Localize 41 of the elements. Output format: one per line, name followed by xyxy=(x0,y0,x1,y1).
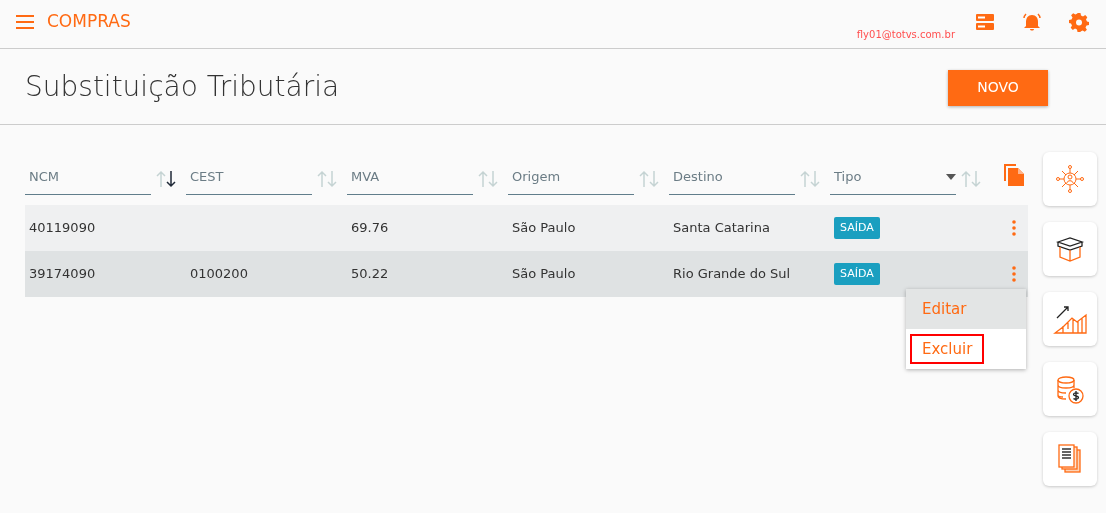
column-header[interactable]: Tipo xyxy=(830,159,956,195)
header-label: Tipo xyxy=(834,167,862,186)
table-cell: 50.22 xyxy=(351,266,389,282)
column-header[interactable]: Origem xyxy=(508,159,634,195)
server-icon[interactable] xyxy=(975,12,995,32)
column-header[interactable]: NCM xyxy=(25,159,151,195)
network-person-icon xyxy=(1055,164,1085,194)
table-cell: 40119090 xyxy=(29,220,96,236)
shortcut-button[interactable] xyxy=(1043,432,1097,486)
more-options-icon[interactable] xyxy=(1011,266,1016,282)
type-tag: SAÍDA xyxy=(834,262,880,286)
menu-icon[interactable] xyxy=(15,14,35,30)
menu-item[interactable]: Excluir xyxy=(910,333,985,365)
table-cell: 39174090 xyxy=(29,266,96,282)
table-cell: 0100200 xyxy=(190,266,248,282)
app-title: COMPRAS xyxy=(47,10,131,34)
new-button[interactable]: NOVO xyxy=(948,69,1048,106)
page-title: Substituição Tributária xyxy=(25,68,340,105)
coins-dollar-icon xyxy=(1054,373,1086,405)
type-tag: SAÍDA xyxy=(834,216,880,240)
user-email: fly01@totvs.com.br xyxy=(856,28,955,42)
table-cell: São Paulo xyxy=(512,266,576,282)
bell-alarm-icon[interactable] xyxy=(1021,12,1043,32)
documents-icon xyxy=(1056,443,1084,475)
table-cell: São Paulo xyxy=(512,220,576,236)
shortcut-button[interactable] xyxy=(1043,362,1097,416)
table-cell: Rio Grande do Sul xyxy=(673,266,791,282)
column-header[interactable]: MVA xyxy=(347,159,473,195)
box-icon xyxy=(1055,234,1085,264)
dropdown-caret-icon[interactable] xyxy=(946,173,956,180)
sort-icon[interactable] xyxy=(155,169,177,189)
table-cell: 69.76 xyxy=(351,220,389,236)
table-row[interactable]: 39174090 0100200 50.22 São Paulo Rio Grande do Sul SAÍDA xyxy=(25,251,1028,297)
settings-icon[interactable] xyxy=(1069,12,1089,32)
copy-icon[interactable] xyxy=(1002,163,1025,187)
table-row[interactable]: 40119090 69.76 São Paulo Santa Catarina SAÍDA xyxy=(25,205,1028,251)
shortcut-button[interactable] xyxy=(1043,222,1097,276)
table-cell: Santa Catarina xyxy=(673,220,770,236)
column-header[interactable]: CEST xyxy=(186,159,312,195)
column-header[interactable]: Destino xyxy=(669,159,795,195)
more-options-icon[interactable] xyxy=(1011,220,1016,236)
